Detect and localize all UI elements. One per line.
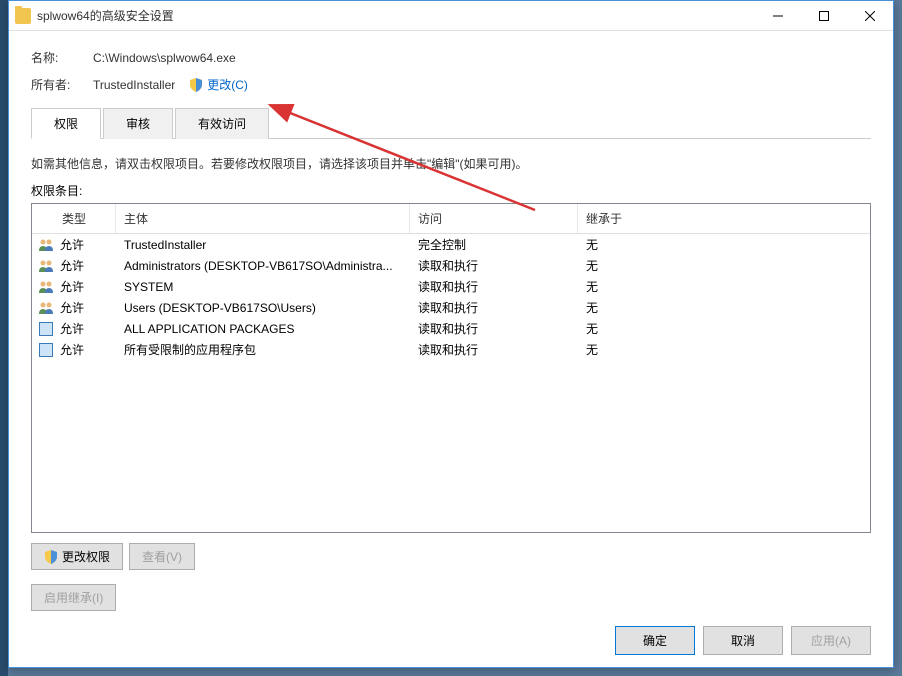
row-access: 完全控制 (410, 236, 578, 253)
tab-bar: 权限 审核 有效访问 (31, 107, 871, 139)
row-inherit: 无 (578, 257, 870, 274)
row-principal: TrustedInstaller (116, 238, 410, 252)
folder-icon (15, 8, 31, 24)
row-type: 允许 (56, 278, 116, 295)
cancel-button[interactable]: 取消 (703, 626, 783, 655)
permissions-list[interactable]: 类型 主体 访问 继承于 允许TrustedInstaller完全控制无允许Ad… (31, 203, 871, 533)
section-label: 权限条目: (31, 182, 871, 199)
desktop-background (0, 0, 8, 676)
change-perm-label: 更改权限 (62, 548, 110, 565)
dialog-footer: 确定 取消 应用(A) (615, 626, 871, 655)
row-inherit: 无 (578, 299, 870, 316)
apply-button: 应用(A) (791, 626, 871, 655)
row-principal: 所有受限制的应用程序包 (116, 341, 410, 358)
name-field: 名称: C:\Windows\splwow64.exe (31, 49, 871, 66)
row-principal: ALL APPLICATION PACKAGES (116, 322, 410, 336)
shield-icon (44, 550, 58, 564)
row-principal: Users (DESKTOP-VB617SO\Users) (116, 301, 410, 315)
row-inherit: 无 (578, 278, 870, 295)
people-icon (32, 301, 56, 315)
change-link-text: 更改(C) (207, 76, 248, 93)
owner-value: TrustedInstaller (93, 78, 175, 92)
instruction-text: 如需其他信息，请双击权限项目。若要修改权限项目，请选择该项目并单击"编辑"(如果… (31, 155, 871, 172)
list-row[interactable]: 允许TrustedInstaller完全控制无 (32, 234, 870, 255)
minimize-button[interactable] (755, 1, 801, 30)
list-row[interactable]: 允许ALL APPLICATION PACKAGES读取和执行无 (32, 318, 870, 339)
ok-button[interactable]: 确定 (615, 626, 695, 655)
close-button[interactable] (847, 1, 893, 30)
people-icon (32, 259, 56, 273)
list-row[interactable]: 允许Administrators (DESKTOP-VB617SO\Admini… (32, 255, 870, 276)
enable-inherit-button: 启用继承(I) (31, 584, 116, 611)
window-controls (755, 1, 893, 30)
row-access: 读取和执行 (410, 278, 578, 295)
action-buttons: 更改权限 查看(V) (31, 543, 871, 570)
view-button: 查看(V) (129, 543, 195, 570)
tab-permissions[interactable]: 权限 (31, 108, 101, 139)
row-inherit: 无 (578, 341, 870, 358)
row-access: 读取和执行 (410, 299, 578, 316)
security-settings-window: splwow64的高级安全设置 名称: C:\Windows\splwow64.… (8, 0, 894, 668)
tab-audit[interactable]: 审核 (103, 108, 173, 139)
list-header: 类型 主体 访问 继承于 (32, 204, 870, 234)
row-principal: SYSTEM (116, 280, 410, 294)
people-icon (32, 280, 56, 294)
row-principal: Administrators (DESKTOP-VB617SO\Administ… (116, 259, 410, 273)
row-type: 允许 (56, 320, 116, 337)
row-access: 读取和执行 (410, 257, 578, 274)
row-access: 读取和执行 (410, 341, 578, 358)
shield-icon (189, 78, 203, 92)
package-icon (32, 343, 56, 357)
package-icon (32, 322, 56, 336)
row-type: 允许 (56, 341, 116, 358)
window-title: splwow64的高级安全设置 (37, 7, 755, 24)
list-body: 允许TrustedInstaller完全控制无允许Administrators … (32, 234, 870, 360)
name-label: 名称: (31, 49, 93, 66)
tab-effective[interactable]: 有效访问 (175, 108, 269, 139)
owner-field: 所有者: TrustedInstaller 更改(C) (31, 76, 871, 93)
owner-label: 所有者: (31, 76, 93, 93)
content-area: 名称: C:\Windows\splwow64.exe 所有者: Trusted… (9, 31, 893, 621)
change-owner-link[interactable]: 更改(C) (189, 76, 248, 93)
name-value: C:\Windows\splwow64.exe (93, 51, 236, 65)
row-inherit: 无 (578, 236, 870, 253)
titlebar[interactable]: splwow64的高级安全设置 (9, 1, 893, 31)
row-inherit: 无 (578, 320, 870, 337)
row-access: 读取和执行 (410, 320, 578, 337)
change-permissions-button[interactable]: 更改权限 (31, 543, 123, 570)
col-principal[interactable]: 主体 (116, 204, 410, 233)
row-type: 允许 (56, 299, 116, 316)
col-inherit[interactable]: 继承于 (578, 204, 870, 233)
inherit-buttons: 启用继承(I) (31, 584, 871, 611)
maximize-button[interactable] (801, 1, 847, 30)
people-icon (32, 238, 56, 252)
row-type: 允许 (56, 257, 116, 274)
list-row[interactable]: 允许Users (DESKTOP-VB617SO\Users)读取和执行无 (32, 297, 870, 318)
list-row[interactable]: 允许SYSTEM读取和执行无 (32, 276, 870, 297)
col-access[interactable]: 访问 (410, 204, 578, 233)
list-row[interactable]: 允许所有受限制的应用程序包读取和执行无 (32, 339, 870, 360)
col-type[interactable]: 类型 (32, 204, 116, 233)
row-type: 允许 (56, 236, 116, 253)
